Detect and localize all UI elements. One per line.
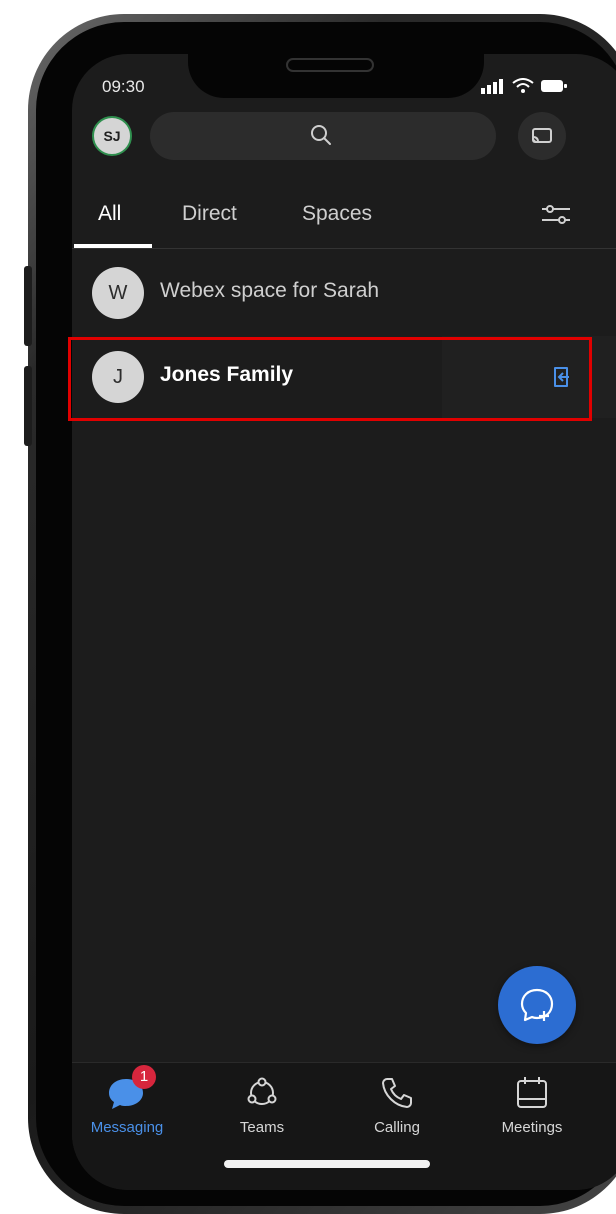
space-title: Webex space for Sarah [160, 279, 380, 302]
nav-calling[interactable]: Calling [342, 1063, 452, 1163]
home-indicator [224, 1160, 430, 1168]
wifi-icon [512, 78, 534, 93]
nav-label: Calling [374, 1119, 420, 1136]
tab-direct[interactable]: Direct [182, 202, 237, 226]
phone-icon [382, 1078, 412, 1108]
cellular-signal-icon [481, 79, 503, 94]
tab-spaces[interactable]: Spaces [302, 202, 372, 226]
tab-all[interactable]: All [98, 202, 121, 226]
battery-icon [541, 80, 567, 92]
volume-down-button [24, 366, 32, 446]
list-item[interactable]: W Webex space for Sarah [72, 252, 616, 334]
nav-label: Meetings [501, 1119, 563, 1136]
volume-up-button [24, 266, 32, 346]
bottom-nav: 1 Messaging Teams Calling Meetings [72, 1062, 616, 1190]
speaker-grille [286, 58, 374, 72]
new-message-icon [520, 988, 554, 1022]
nav-meetings[interactable]: Meetings [477, 1063, 587, 1163]
teams-icon [247, 1077, 277, 1105]
user-avatar[interactable]: SJ [92, 116, 132, 156]
space-initial: W [108, 281, 128, 304]
sliders-icon[interactable] [540, 200, 572, 228]
calendar-icon [517, 1077, 547, 1108]
notch [188, 54, 484, 98]
cast-button[interactable] [518, 112, 566, 160]
cast-icon [532, 128, 552, 143]
new-message-button[interactable] [498, 966, 576, 1044]
status-icons [480, 78, 568, 94]
unread-badge: 1 [132, 1065, 156, 1089]
nav-label: Teams [239, 1119, 285, 1136]
status-time: 09:30 [102, 77, 145, 96]
nav-messaging[interactable]: 1 Messaging [72, 1063, 182, 1163]
search-bar[interactable] [150, 112, 496, 160]
app-screen: 09:30 SJ All Direct Spaces W Webex space… [72, 54, 616, 1190]
space-avatar: W [92, 267, 144, 319]
search-icon [311, 125, 331, 145]
nav-teams[interactable]: Teams [207, 1063, 317, 1163]
nav-label: Messaging [90, 1119, 164, 1136]
highlight-box [68, 337, 592, 421]
tabs-divider [72, 248, 616, 249]
user-initials: SJ [103, 128, 121, 144]
